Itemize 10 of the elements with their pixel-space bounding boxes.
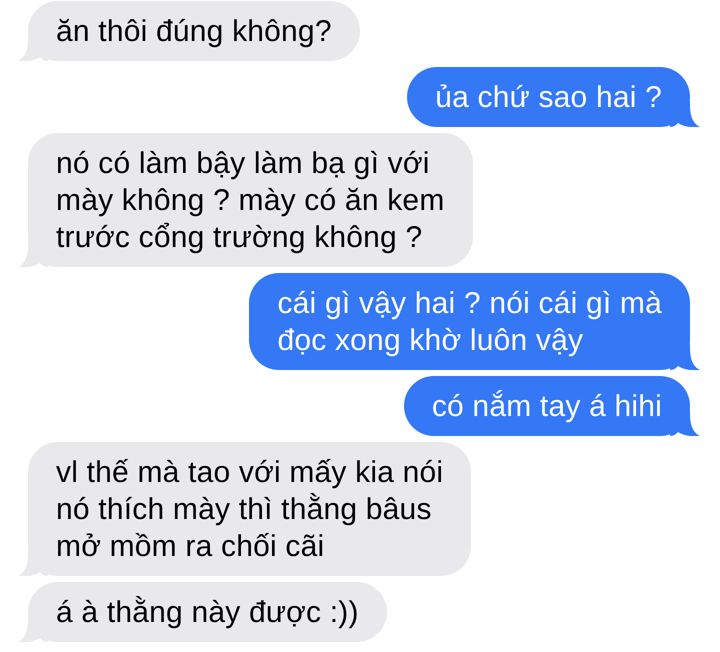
sent-message-bubble: ủa chứ sao hai ?	[407, 67, 690, 127]
sent-message-bubble: có nắm tay á hihi	[404, 376, 690, 436]
bubble-tail-icon	[670, 410, 700, 436]
bubble-tail-icon	[670, 101, 700, 127]
sent-message-bubble: cái gì vậy hai ? nói cái gì mà đọc xong khờ luôn vậy	[249, 273, 690, 370]
received-message-bubble: vl thế mà tao với mấy kia nói nó thích mày thì thằng bâus mở mồm ra chối cãi	[28, 442, 472, 576]
received-message-bubble: nó có làm bậy làm bạ gì với mày không ? mày có ăn kem trước cổng trường không ?	[28, 133, 473, 267]
bubble-tail-icon	[670, 344, 700, 370]
received-message-bubble: á à thằng này được :))	[28, 582, 387, 642]
received-message-bubble: ăn thôi đúng không?	[28, 1, 360, 61]
